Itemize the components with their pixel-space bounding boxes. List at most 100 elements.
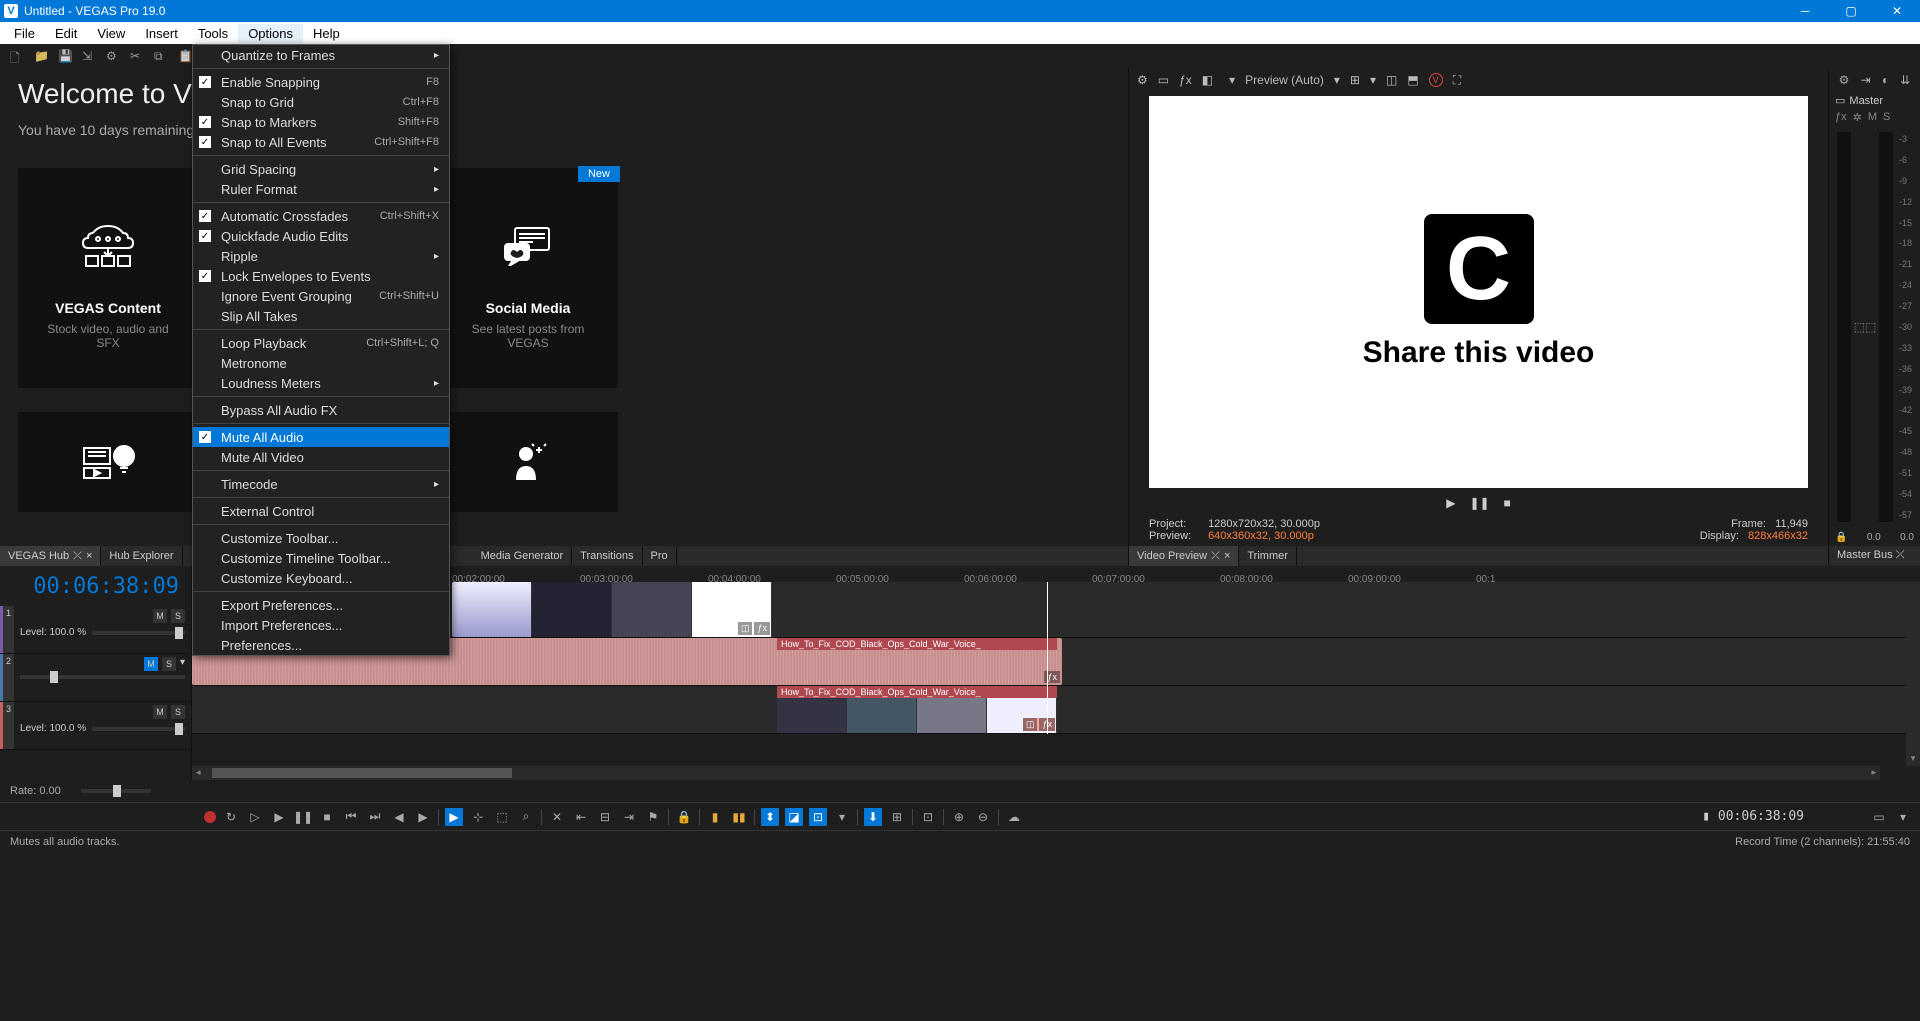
menu-view[interactable]: View: [87, 24, 135, 43]
open-icon[interactable]: 📁: [34, 49, 48, 63]
pause-icon[interactable]: ❚❚: [1469, 496, 1489, 510]
cut-icon[interactable]: ✂: [130, 49, 144, 63]
more-icon[interactable]: ▾: [833, 808, 851, 826]
auto-ripple-icon[interactable]: ⬍: [761, 808, 779, 826]
menu-item[interactable]: External Control: [193, 501, 449, 521]
preview-split-icon[interactable]: ◧: [1202, 73, 1213, 87]
gear-icon[interactable]: ⚙: [1839, 73, 1850, 87]
tab-media-generator[interactable]: Media Generator: [473, 546, 573, 566]
meter-link-icon[interactable]: ⬚⬚: [1853, 132, 1877, 522]
menu-tools[interactable]: Tools: [188, 24, 238, 43]
preview-quality[interactable]: Preview (Auto): [1245, 73, 1324, 87]
normal-edit-icon[interactable]: ▶: [445, 808, 463, 826]
mute-button[interactable]: M: [153, 705, 167, 719]
maximize-button[interactable]: ▢: [1828, 0, 1874, 22]
ignore-group-icon[interactable]: ⊡: [919, 808, 937, 826]
menu-item[interactable]: Ignore Event GroupingCtrl+Shift+U: [193, 286, 449, 306]
copy-icon[interactable]: ⧉: [154, 49, 168, 63]
menu-item[interactable]: Customize Timeline Toolbar...: [193, 548, 449, 568]
close-icon[interactable]: ×: [1224, 550, 1230, 562]
preview-ext-icon[interactable]: ▭: [1158, 73, 1169, 87]
menu-item[interactable]: Slip All Takes: [193, 306, 449, 326]
menu-item[interactable]: Quantize to Frames▸: [193, 45, 449, 65]
layout-icon[interactable]: ▭: [1870, 808, 1888, 826]
snap-icon[interactable]: ▮: [706, 808, 724, 826]
crop-icon[interactable]: ◫: [738, 622, 753, 635]
menu-item[interactable]: ✓Mute All Audio: [193, 427, 449, 447]
paste-icon[interactable]: 📋: [178, 49, 192, 63]
auto-crossfade-icon[interactable]: ◪: [785, 808, 803, 826]
prev-frame-icon[interactable]: ◀: [390, 808, 408, 826]
mute-button[interactable]: M: [153, 609, 167, 623]
menu-item[interactable]: Mute All Video: [193, 447, 449, 467]
track-slider[interactable]: [92, 727, 185, 731]
menu-item[interactable]: Import Preferences...: [193, 615, 449, 635]
delete-icon[interactable]: ✕: [548, 808, 566, 826]
record-button[interactable]: [204, 811, 216, 823]
tab-video-preview[interactable]: Video Preview ⤫ ×: [1129, 546, 1239, 566]
card-tutorials[interactable]: [18, 412, 198, 512]
track-lane-3[interactable]: How_To_Fix_COD_Black_Ops_Cold_War_Voice_…: [192, 686, 1920, 734]
solo-button[interactable]: S: [171, 705, 185, 719]
menu-item[interactable]: Ripple▸: [193, 246, 449, 266]
dim-icon[interactable]: ◐: [1882, 73, 1889, 87]
preview-fx-icon[interactable]: ƒx: [1179, 73, 1192, 87]
play-start-icon[interactable]: ▷: [246, 808, 264, 826]
menu-item[interactable]: Timecode▸: [193, 474, 449, 494]
loop-icon[interactable]: ↻: [222, 808, 240, 826]
enable-snap-icon[interactable]: ⬇: [864, 808, 882, 826]
crop-icon[interactable]: ◫: [1023, 718, 1038, 731]
go-end-icon[interactable]: ⏭: [366, 808, 384, 826]
menu-item[interactable]: Snap to GridCtrl+F8: [193, 92, 449, 112]
menu-item[interactable]: ✓Snap to MarkersShift+F8: [193, 112, 449, 132]
menu-item[interactable]: Loudness Meters▸: [193, 373, 449, 393]
timeline-h-scrollbar[interactable]: ◂ ▸: [192, 766, 1880, 780]
save-icon[interactable]: 💾: [58, 49, 72, 63]
track-slider[interactable]: [92, 631, 185, 635]
menu-item[interactable]: Customize Keyboard...: [193, 568, 449, 588]
menu-insert[interactable]: Insert: [135, 24, 188, 43]
record-icon[interactable]: V: [1429, 73, 1443, 87]
preview-props-icon[interactable]: ⚙: [1137, 73, 1148, 87]
track-lane-2[interactable]: How_To_Fix_COD_Black_Ops_Cold_War_Voice_…: [192, 638, 1920, 686]
card-social-media[interactable]: New Social Media See latest posts from V…: [438, 168, 618, 388]
menu-item[interactable]: ✓Snap to All EventsCtrl+Shift+F8: [193, 132, 449, 152]
menu-item[interactable]: Ruler Format▸: [193, 179, 449, 199]
select-icon[interactable]: ⬚: [493, 808, 511, 826]
split-icon[interactable]: ⊟: [596, 808, 614, 826]
grid-icon[interactable]: ⊞: [888, 808, 906, 826]
mute-button[interactable]: M: [1868, 111, 1877, 124]
lock-icon[interactable]: 🔒: [675, 808, 693, 826]
chevron-down-icon[interactable]: ▾: [1894, 808, 1912, 826]
menu-help[interactable]: Help: [303, 24, 350, 43]
unused-icon[interactable]: ⊖: [974, 808, 992, 826]
pause-icon[interactable]: ❚❚: [294, 808, 312, 826]
tab-pro[interactable]: Pro: [643, 546, 677, 566]
fullscreen-icon[interactable]: ⛶: [1453, 73, 1461, 88]
play-icon[interactable]: ▶: [270, 808, 288, 826]
menu-item[interactable]: Export Preferences...: [193, 595, 449, 615]
track-slider[interactable]: [20, 675, 185, 679]
new-icon[interactable]: 🗋: [10, 49, 24, 63]
tab-trimmer[interactable]: Trimmer: [1239, 546, 1297, 566]
trim-end-icon[interactable]: ⇥: [620, 808, 638, 826]
card-vegas-content[interactable]: VEGAS Content Stock video, audio and SFX: [18, 168, 198, 388]
menu-item[interactable]: ✓Quickfade Audio Edits: [193, 226, 449, 246]
master-fx-icon[interactable]: ƒx: [1835, 111, 1847, 124]
trim-start-icon[interactable]: ⇤: [572, 808, 590, 826]
track-header-1[interactable]: 1 MS Level: 100.0 %: [0, 606, 191, 654]
close-icon[interactable]: ×: [86, 550, 92, 562]
stop-icon[interactable]: ■: [1504, 496, 1511, 510]
snap2-icon[interactable]: ▮▮: [730, 808, 748, 826]
zoom-icon[interactable]: ⌕: [517, 808, 535, 826]
upload-icon[interactable]: ☁: [1005, 808, 1023, 826]
tab-transitions[interactable]: Transitions: [572, 546, 642, 566]
playhead[interactable]: [1047, 582, 1048, 734]
play-icon[interactable]: ▶: [1446, 496, 1455, 510]
marker-icon[interactable]: ⚑: [644, 808, 662, 826]
menu-item[interactable]: Customize Toolbar...: [193, 528, 449, 548]
timeline-v-scrollbar[interactable]: ▾: [1906, 590, 1920, 766]
tab-vegas-hub[interactable]: VEGAS Hub ⤫ ×: [0, 546, 101, 566]
minimize-button[interactable]: ─: [1782, 0, 1828, 22]
tab-master-bus[interactable]: Master Bus ⤫: [1829, 546, 1920, 566]
